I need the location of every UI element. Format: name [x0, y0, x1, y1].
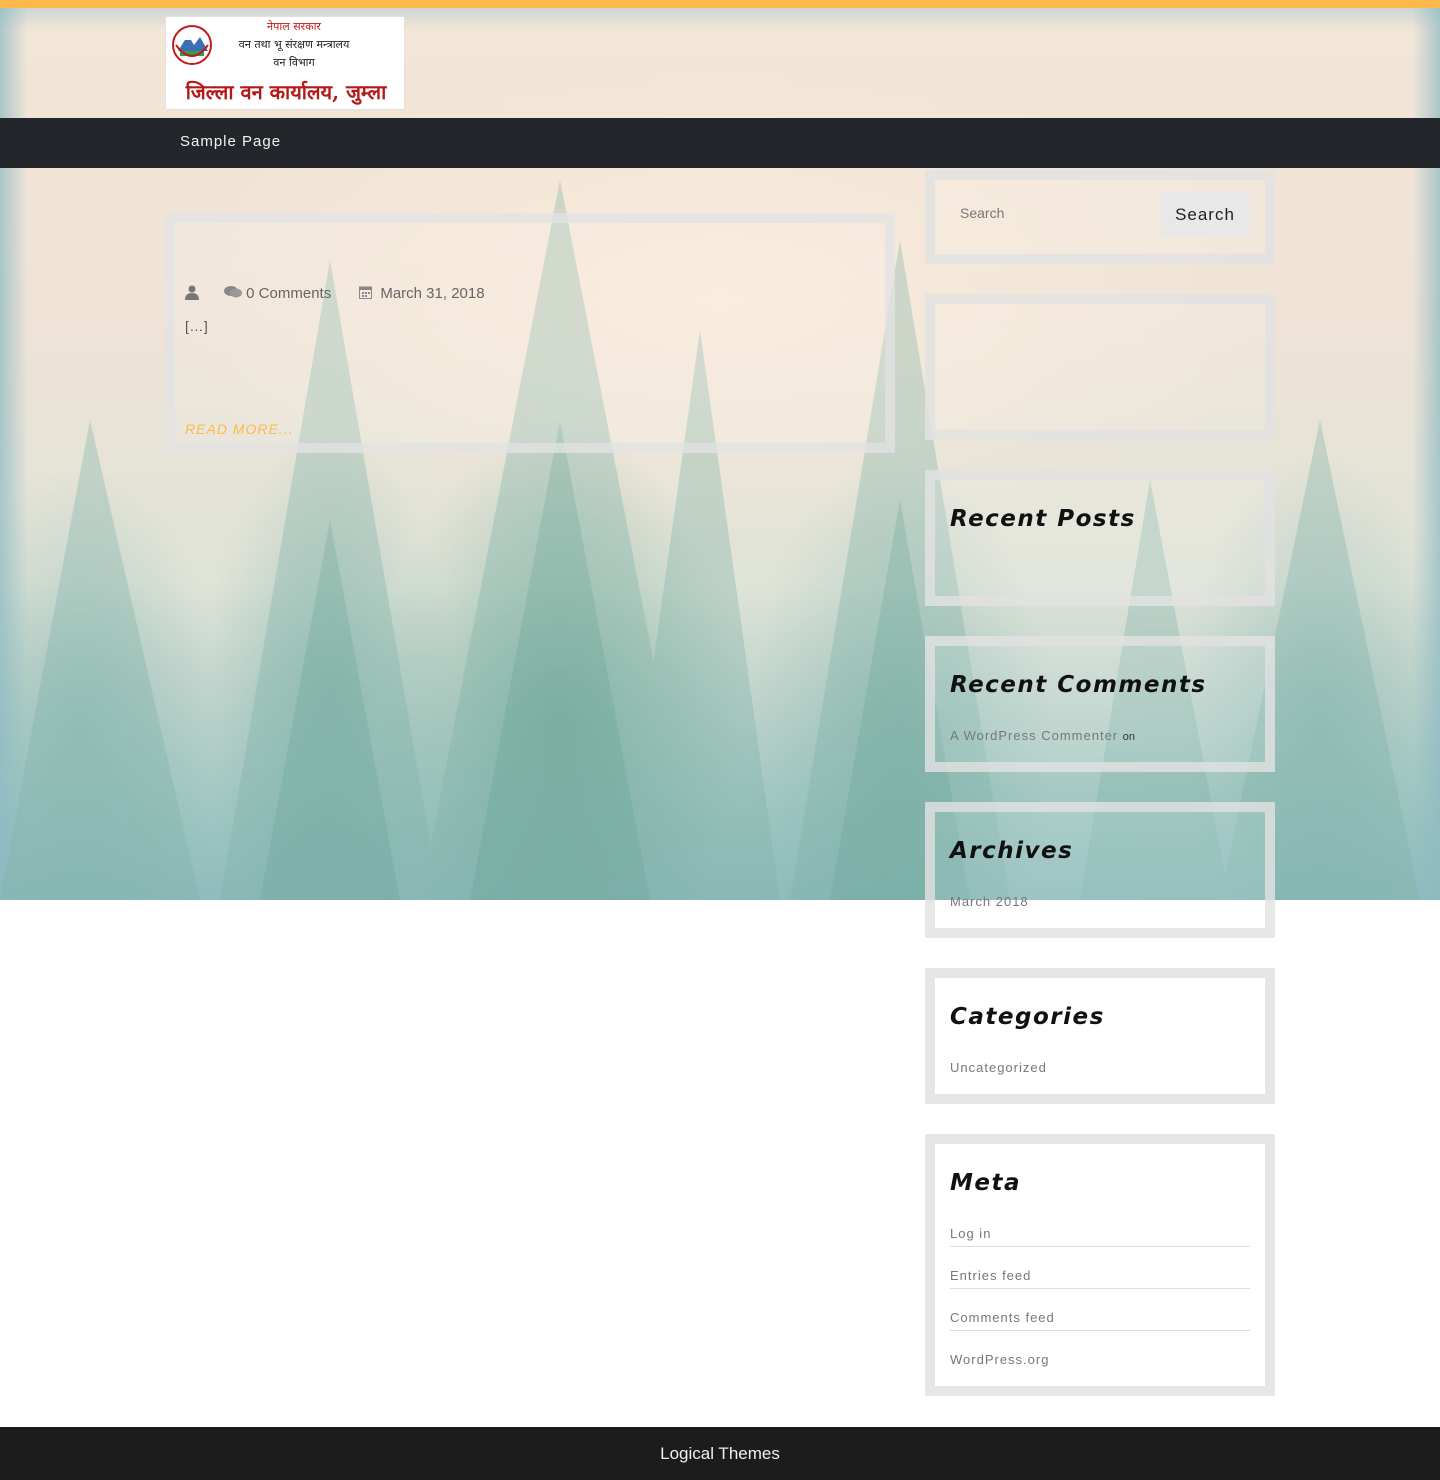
- meta-link-comments-feed[interactable]: Comments feed: [950, 1310, 1055, 1325]
- comments-icon: [224, 286, 242, 298]
- logo-line-ministry: वन तथा भू संरक्षण मन्त्रालय: [238, 38, 350, 51]
- comment-author-link[interactable]: A WordPress Commenter: [950, 728, 1118, 743]
- meta-link-log-in[interactable]: Log in: [950, 1226, 991, 1241]
- recent-comments-widget: Recent Comments A WordPress Commenter on: [925, 636, 1275, 772]
- post-excerpt: […]: [185, 315, 885, 337]
- nav-item-sample-page[interactable]: Sample Page: [180, 133, 281, 150]
- meta-widget: Meta Log in Entries feed Comments feed W…: [925, 1134, 1275, 1396]
- comments-meta[interactable]: 0 Comments: [224, 285, 331, 302]
- post-excerpt-ellipsis: […]: [185, 318, 209, 334]
- archives-widget: Archives March 2018: [925, 802, 1275, 938]
- calendar-icon: [359, 286, 372, 299]
- recent-posts-title: Recent Posts: [950, 506, 1136, 532]
- comments-count: 0 Comments: [246, 285, 332, 302]
- comment-on-text: on: [1122, 731, 1136, 743]
- logo-line-government: नेपाल सरकार: [267, 20, 321, 33]
- meta-link-wordpress-org[interactable]: WordPress.org: [950, 1352, 1049, 1367]
- read-more-link[interactable]: READ MORE...: [185, 421, 293, 437]
- search-button[interactable]: Search: [1160, 193, 1250, 237]
- meta-divider: [950, 1246, 1250, 1247]
- archives-title: Archives: [950, 838, 1074, 864]
- search-widget: Search: [925, 170, 1275, 264]
- search-input[interactable]: [950, 193, 1150, 233]
- main-navigation: Sample Page: [0, 118, 1440, 168]
- archive-link-march-2018[interactable]: March 2018: [950, 894, 1029, 909]
- logo-line-office: जिल्ला वन कार्यालय, जुम्ला: [185, 80, 387, 104]
- post-card: 0 Comments March 31, 2018 […] READ MORE.…: [165, 213, 895, 453]
- date-meta[interactable]: March 31, 2018: [359, 285, 485, 302]
- meta-divider: [950, 1288, 1250, 1289]
- meta-link-entries-feed[interactable]: Entries feed: [950, 1268, 1031, 1283]
- site-logo[interactable]: नेपाल सरकार वन तथा भू संरक्षण मन्त्रालय …: [165, 16, 405, 110]
- recent-posts-widget: Recent Posts: [925, 470, 1275, 606]
- categories-title: Categories: [950, 1004, 1105, 1030]
- post-date: March 31, 2018: [380, 285, 485, 302]
- category-link-uncategorized[interactable]: Uncategorized: [950, 1060, 1047, 1075]
- site-footer: Logical Themes: [0, 1427, 1440, 1480]
- author-icon[interactable]: [185, 285, 199, 304]
- logo-line-department: वन विभाग: [273, 56, 315, 69]
- footer-credit-link[interactable]: Logical Themes: [0, 1444, 1440, 1464]
- top-accent-bar: [0, 0, 1440, 8]
- custom-text-widget: [925, 294, 1275, 440]
- categories-widget: Categories Uncategorized: [925, 968, 1275, 1104]
- meta-divider: [950, 1330, 1250, 1331]
- recent-comment-item: A WordPress Commenter on: [950, 728, 1135, 743]
- meta-title: Meta: [950, 1170, 1022, 1196]
- recent-comments-title: Recent Comments: [950, 672, 1207, 698]
